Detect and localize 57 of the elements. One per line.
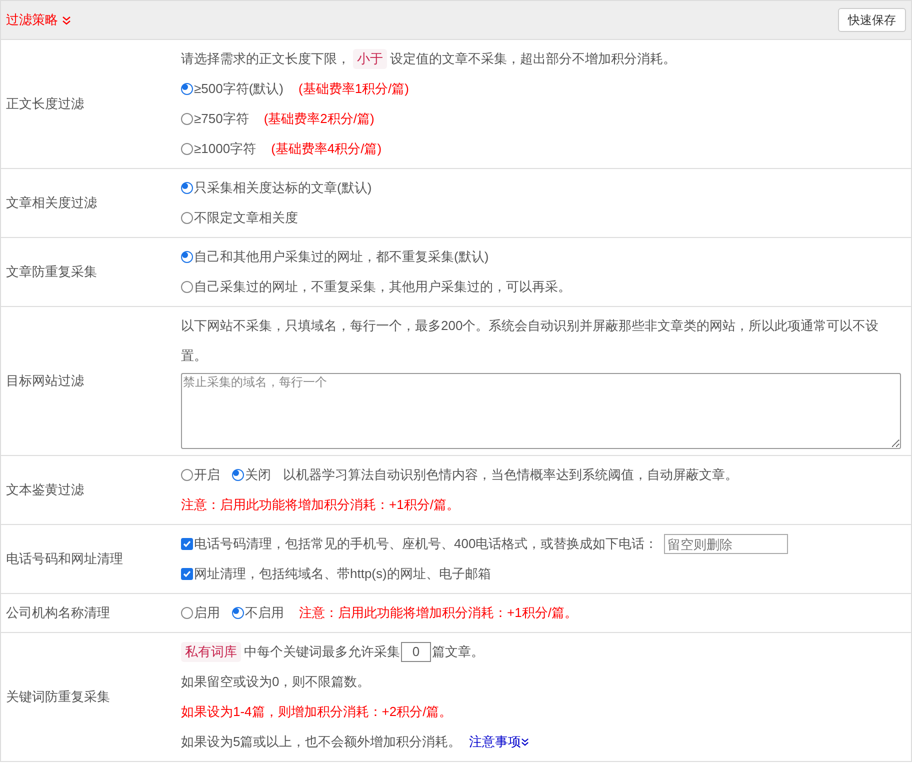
keyword-tag: 小于 — [353, 49, 387, 69]
hint-text: 如果留空或设为0，则不限篇数。 — [181, 673, 370, 691]
option-label[interactable]: 开启 — [194, 460, 220, 490]
domain-textarea[interactable]: 禁止采集的域名，每行一个 — [181, 373, 901, 449]
row-label: 文章相关度过滤 — [6, 194, 97, 212]
hint-text: 中每个关键词最多允许采集 — [244, 643, 400, 661]
keyword-tag: 私有词库 — [181, 642, 241, 662]
option-label[interactable]: 不启用 — [245, 598, 284, 628]
option-label[interactable]: 自己和其他用户采集过的网址，都不重复采集(默认) — [194, 242, 489, 272]
option-label[interactable]: ≥1000字符 — [194, 134, 256, 164]
warning-text: (基础费率1积分/篇) — [298, 80, 409, 98]
warning-text: 如果设为1-4篇，则增加积分消耗：+2积分/篇。 — [181, 703, 452, 721]
save-button[interactable]: 快速保存 — [838, 8, 906, 32]
radio-button[interactable] — [181, 251, 193, 263]
radio-button[interactable] — [232, 469, 244, 481]
hint-text: 篇文章。 — [432, 643, 484, 661]
warning-text: (基础费率4积分/篇) — [271, 140, 382, 158]
option-label[interactable]: 关闭 — [245, 460, 271, 490]
double-chevron-icon[interactable] — [521, 738, 530, 746]
radio-button[interactable] — [181, 212, 193, 224]
row-label: 目标网站过滤 — [6, 372, 84, 390]
radio-button[interactable] — [181, 469, 193, 481]
option-label[interactable]: 不限定文章相关度 — [194, 203, 298, 233]
count-input-field[interactable]: 0 — [401, 642, 431, 662]
hint-text: 请选择需求的正文长度下限， — [181, 50, 350, 68]
row-label: 关键词防重复采集 — [6, 688, 110, 706]
radio-button[interactable] — [181, 83, 193, 95]
warning-text: (基础费率2积分/篇) — [264, 110, 374, 128]
option-label[interactable]: 自己采集过的网址，不重复采集，其他用户采集过的，可以再采。 — [194, 272, 571, 302]
row-label: 正文长度过滤 — [6, 95, 84, 114]
option-label[interactable]: 启用 — [194, 598, 220, 628]
hint-text: 如果设为5篇或以上，也不会额外增加积分消耗。 — [181, 733, 462, 751]
hint-text: 以下网站不采集，只填域名，每行一个，最多200个。系统会自动识别并屏蔽那些非文章类的网站，所以此项通常可以不设置。 — [181, 317, 880, 365]
warning-text: 注意：启用此功能将增加积分消耗：+1积分/篇。 — [299, 604, 578, 622]
hint-text: 以机器学习算法自动识别色情内容，当色情概率达到系统阈值，自动屏蔽文章。 — [283, 466, 738, 484]
phone-input-field[interactable]: 留空则删除 — [664, 534, 788, 554]
radio-button[interactable] — [181, 113, 193, 125]
option-label[interactable]: ≥750字符 — [194, 104, 249, 134]
radio-button[interactable] — [232, 607, 244, 619]
option-label[interactable]: ≥500字符(默认) — [194, 74, 284, 104]
radio-button[interactable] — [181, 607, 193, 619]
option-label[interactable]: 电话号码清理，包括常见的手机号、座机号、400电话格式，或替换成如下电话： — [194, 529, 658, 559]
row-label: 公司机构名称清理 — [6, 604, 110, 622]
checkbox[interactable] — [181, 568, 193, 580]
checkbox[interactable] — [181, 538, 193, 550]
option-label[interactable]: 只采集相关度达标的文章(默认) — [194, 173, 372, 203]
option-label[interactable]: 网址清理，包括纯域名、带http(s)的网址、电子邮箱 — [194, 559, 491, 589]
row-label: 电话号码和网址清理 — [6, 550, 123, 568]
radio-button[interactable] — [181, 143, 193, 155]
warning-text: 注意：启用此功能将增加积分消耗：+1积分/篇。 — [181, 496, 460, 514]
notes-link[interactable]: 注意事项 — [469, 727, 522, 757]
radio-button[interactable] — [181, 182, 193, 194]
row-label: 文章防重复采集 — [6, 263, 97, 282]
row-label: 文本鉴黄过滤 — [6, 481, 84, 500]
radio-button[interactable] — [181, 281, 193, 293]
section-title: 过滤策略 — [6, 11, 58, 30]
hint-text: 设定值的文章不采集，超出部分不增加积分消耗。 — [390, 50, 676, 68]
